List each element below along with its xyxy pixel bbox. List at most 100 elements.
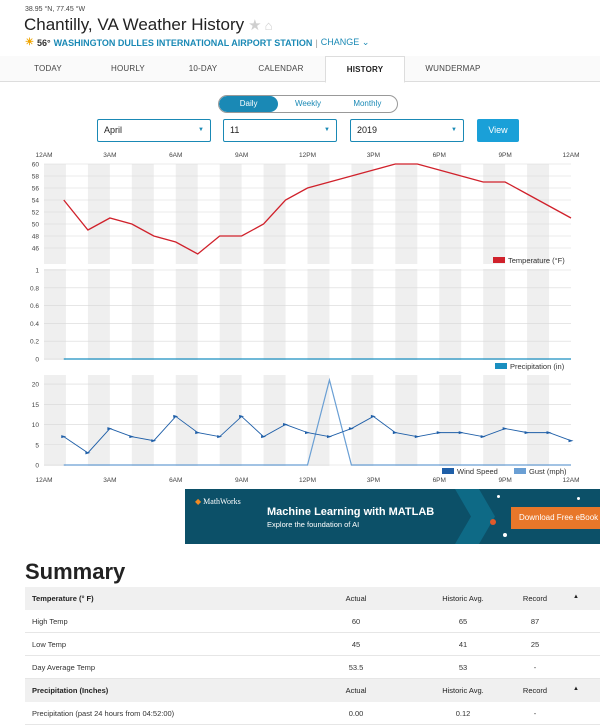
record-header: Record bbox=[522, 594, 548, 603]
chart-band bbox=[219, 164, 242, 264]
chart-band bbox=[131, 375, 154, 466]
view-button[interactable]: View bbox=[477, 119, 519, 142]
chart-band bbox=[395, 375, 418, 466]
x-tick-label: 12AM bbox=[563, 477, 580, 484]
month-select[interactable]: April ▼ bbox=[97, 119, 211, 142]
actual-header: Actual bbox=[345, 686, 367, 695]
change-location-button[interactable]: CHANGE ⌄ bbox=[321, 37, 370, 48]
y-tick-label: 52 bbox=[32, 210, 40, 217]
row-record: 87 bbox=[530, 617, 540, 626]
page-title: Chantilly, VA Weather History ★ ⌂ bbox=[24, 15, 272, 35]
y-tick-label: 48 bbox=[32, 234, 40, 241]
period-weekly[interactable]: Weekly bbox=[278, 96, 337, 112]
y-tick-label: 0 bbox=[35, 463, 39, 470]
x-tick-label: 12AM bbox=[563, 152, 580, 159]
row-label: High Temp bbox=[32, 617, 68, 626]
chart-band bbox=[87, 164, 110, 264]
chart-band bbox=[351, 375, 374, 466]
star-icon[interactable]: ★ bbox=[248, 17, 261, 34]
summary-table: Temperature (° F) Actual Historic Avg. R… bbox=[25, 587, 600, 725]
collapse-icon[interactable]: ▲ bbox=[573, 686, 579, 692]
dropdown-arrow-icon: ▼ bbox=[198, 127, 204, 133]
y-tick-label: 10 bbox=[32, 422, 40, 429]
x-tick-label: 6AM bbox=[169, 477, 182, 484]
collapse-icon[interactable]: ▲ bbox=[573, 594, 579, 600]
table-row: Low Temp 45 41 25 bbox=[25, 633, 600, 656]
chart-band bbox=[175, 375, 198, 466]
ad-banner[interactable]: ◆ MathWorks Machine Learning with MATLAB… bbox=[185, 489, 600, 544]
separator: | bbox=[315, 37, 318, 48]
summary-title: Summary bbox=[25, 559, 126, 584]
precipitation-header-row[interactable]: Precipitation (Inches) Actual Historic A… bbox=[25, 679, 600, 702]
x-tick-label: 12PM bbox=[299, 477, 316, 484]
tab-history[interactable]: HISTORY bbox=[325, 56, 405, 83]
ad-network-dot bbox=[497, 495, 500, 498]
year-value: 2019 bbox=[357, 125, 378, 135]
y-tick-label: 50 bbox=[32, 222, 40, 229]
mathworks-mark-icon: ◆ bbox=[195, 497, 202, 506]
temperature-header-label: Temperature (° F) bbox=[32, 594, 94, 603]
y-tick-label: 5 bbox=[35, 442, 39, 449]
temperature-legend-swatch bbox=[493, 257, 505, 263]
chart-band bbox=[263, 164, 286, 264]
x-tick-label: 6AM bbox=[169, 152, 182, 159]
gust-legend-swatch bbox=[514, 468, 526, 474]
x-axis-bottom: 12AM 3AM 6AM 9AM 12PM 3PM 6PM 9PM 12AM bbox=[36, 477, 580, 484]
station-name-link[interactable]: WASHINGTON DULLES INTERNATIONAL AIRPORT … bbox=[54, 38, 313, 48]
dropdown-arrow-icon: ▼ bbox=[324, 127, 330, 133]
chart-band bbox=[527, 375, 550, 466]
y-tick-label: 1 bbox=[35, 268, 39, 275]
ad-download-button[interactable]: Download Free eBook bbox=[511, 507, 600, 529]
y-tick-label: 56 bbox=[32, 186, 40, 193]
chart-band bbox=[439, 375, 462, 466]
coordinates-text: 38.95 °N, 77.45 °W bbox=[25, 6, 86, 13]
temperature-legend-label: Temperature (°F) bbox=[508, 256, 565, 265]
ad-network-dot bbox=[490, 519, 496, 525]
chart-band bbox=[351, 269, 374, 360]
tab-calendar[interactable]: CALENDAR bbox=[241, 56, 321, 82]
period-monthly[interactable]: Monthly bbox=[338, 96, 397, 112]
row-record: 25 bbox=[530, 640, 540, 649]
x-tick-label: 3AM bbox=[103, 152, 116, 159]
y-tick-label: 60 bbox=[32, 162, 40, 169]
tab-10-day[interactable]: 10-DAY bbox=[163, 56, 243, 82]
y-tick-label: 0.2 bbox=[30, 339, 39, 346]
chart-band bbox=[527, 269, 550, 360]
y-tick-label: 0.6 bbox=[30, 303, 39, 310]
historic-header: Historic Avg. bbox=[442, 594, 484, 603]
record-header: Record bbox=[522, 686, 548, 695]
wind-legend-swatch bbox=[442, 468, 454, 474]
row-label: Low Temp bbox=[32, 640, 67, 649]
y-tick-label: 0 bbox=[35, 357, 39, 364]
tab-wundermap[interactable]: WUNDERMAP bbox=[413, 56, 493, 82]
station-line: ☀ 56° WASHINGTON DULLES INTERNATIONAL AI… bbox=[25, 37, 369, 48]
x-tick-label: 9AM bbox=[235, 152, 248, 159]
chart-band bbox=[175, 164, 198, 264]
chart-band bbox=[483, 269, 506, 360]
chart-band bbox=[483, 164, 506, 264]
ad-chevron-decoration bbox=[455, 489, 495, 544]
month-value: April bbox=[104, 125, 123, 135]
y-tick-label: 58 bbox=[32, 174, 40, 181]
row-actual: 53.5 bbox=[348, 663, 364, 672]
period-toggle: Daily Weekly Monthly bbox=[218, 95, 398, 113]
day-select[interactable]: 11 ▼ bbox=[223, 119, 337, 142]
current-temp: 56° bbox=[36, 37, 51, 48]
row-label: Day Average Temp bbox=[32, 663, 96, 672]
nav-tabs: TODAY HOURLY 10-DAY CALENDAR HISTORY WUN… bbox=[0, 56, 600, 83]
temperature-header-row[interactable]: Temperature (° F) Actual Historic Avg. R… bbox=[25, 587, 600, 610]
row-actual: 60 bbox=[351, 617, 361, 626]
y-tick-label: 46 bbox=[32, 246, 40, 253]
historic-header: Historic Avg. bbox=[442, 686, 484, 695]
home-icon[interactable]: ⌂ bbox=[265, 18, 273, 33]
chart-band bbox=[87, 375, 110, 466]
chart-band bbox=[131, 269, 154, 360]
period-daily[interactable]: Daily bbox=[219, 96, 279, 112]
tab-today[interactable]: TODAY bbox=[8, 56, 88, 82]
tab-hourly[interactable]: HOURLY bbox=[88, 56, 168, 82]
chart-band bbox=[439, 269, 462, 360]
ad-subline: Explore the foundation of AI bbox=[267, 520, 360, 529]
chart-band bbox=[263, 269, 286, 360]
table-row: High Temp 60 65 87 bbox=[25, 610, 600, 633]
year-select[interactable]: 2019 ▼ bbox=[350, 119, 464, 142]
